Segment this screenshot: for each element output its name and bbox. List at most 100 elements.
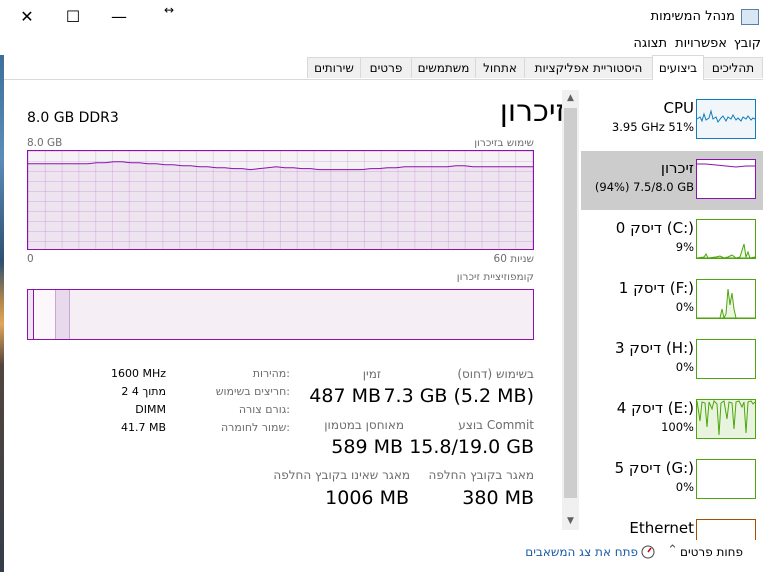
detail-title: זיכרון	[499, 94, 566, 129]
sidebar-item-sub: 0%	[675, 300, 694, 314]
sidebar-item-name: דיסק 3 (H:)	[614, 339, 694, 357]
slots-used-value: 2 מתוך 4	[121, 385, 166, 398]
sidebar-item-sub: 0%	[675, 480, 694, 494]
tab-app-history[interactable]: היסטוריית אפליקציות	[524, 57, 653, 78]
sidebar-item-disk-4[interactable]: דיסק 4 (E:) 100%	[581, 391, 763, 450]
hardware-reserved-value: 41.7 MB	[120, 421, 166, 434]
sidebar-item-name: דיסק 1 (F:)	[618, 279, 694, 297]
sidebar-item-name: דיסק 0 (C:)	[615, 219, 694, 237]
title-bar: ✕ ☐ — ↔ מנהל המשימות	[4, 0, 763, 34]
tab-users[interactable]: משתמשים	[411, 57, 476, 78]
scroll-up-icon[interactable]: ▲	[562, 90, 579, 107]
minimize-button[interactable]: —	[96, 0, 142, 34]
scroll-thumb[interactable]	[564, 108, 577, 498]
paged-pool-label: מאגר בקובץ החלפה	[428, 468, 535, 482]
sidebar-scrollbar[interactable]: ▲ ▼	[562, 90, 579, 530]
sidebar-item-disk-1[interactable]: דיסק 1 (F:) 0%	[581, 271, 763, 330]
maximize-icon: ☐	[65, 7, 81, 26]
in-use-label: בשימוש (דחוס)	[457, 367, 534, 381]
memory-usage-svg	[28, 161, 533, 249]
cpu-mini-graph	[696, 99, 756, 139]
window-title: מנהל המשימות	[650, 9, 735, 24]
fewer-details-link[interactable]: פחות פרטים	[680, 545, 743, 559]
sidebar-item-sub: 0%	[675, 360, 694, 374]
scroll-down-icon[interactable]: ▼	[562, 513, 579, 530]
ethernet-mini-graph	[696, 519, 756, 540]
tab-label: היסטוריית אפליקציות	[534, 61, 643, 75]
disk-1-mini-graph	[696, 279, 756, 319]
open-resource-monitor-link[interactable]: פתח את צג המשאבים	[525, 545, 638, 559]
tab-performance[interactable]: ביצועים	[652, 55, 704, 80]
memory-composition-bar	[27, 289, 534, 340]
close-icon: ✕	[20, 7, 34, 26]
committed-label: בוצע Commit	[458, 418, 534, 432]
tab-label: משתמשים	[417, 61, 470, 75]
available-label: זמין	[362, 367, 381, 381]
resize-icon: ↔	[164, 3, 175, 17]
chevron-up-icon[interactable]: ⌃	[667, 543, 678, 558]
sidebar-item-sub: (94%) 7.5/8.0 GB	[594, 180, 694, 194]
maximize-button[interactable]: ☐	[50, 0, 96, 34]
sidebar-item-sub: 9%	[675, 240, 694, 254]
sidebar-item-name: דיסק 4 (E:)	[616, 399, 694, 417]
tab-startup[interactable]: אתחול	[475, 57, 525, 78]
sidebar-item-name: דיסק 5 (G:)	[614, 459, 694, 477]
tab-label: תהליכים	[711, 61, 755, 75]
memory-mini-graph	[696, 159, 756, 199]
tab-processes[interactable]: תהליכים	[703, 57, 763, 78]
composition-label: קומפוזיציית זיכרון	[456, 271, 534, 283]
menu-view[interactable]: תצוגה	[633, 36, 667, 51]
form-factor-label: גורם צורה:	[238, 403, 290, 416]
minimize-icon: —	[111, 7, 127, 26]
time-axis-start: 0	[27, 253, 34, 265]
disk-3-mini-graph	[696, 339, 756, 379]
composition-segment-modified	[34, 290, 56, 339]
tab-bar: תהליכים ביצועים היסטוריית אפליקציות אתחו…	[4, 55, 763, 80]
sidebar-item-name: זיכרון	[660, 159, 694, 177]
in-use-value: 7.3 GB (5.2 MB)	[383, 385, 534, 407]
usage-chart-label: שימוש בזיכרון	[474, 137, 534, 149]
menu-file[interactable]: קובץ	[734, 36, 761, 51]
disk-5-mini-graph	[696, 459, 756, 499]
menu-options[interactable]: אפשרויות	[675, 36, 727, 51]
speed-label: מהירות:	[252, 367, 290, 380]
tab-label: ביצועים	[658, 61, 698, 75]
nonpaged-pool-label: מאגר שאינו בקובץ החלפה	[273, 468, 410, 482]
tab-details[interactable]: פרטים	[360, 57, 412, 78]
sidebar-item-name: CPU	[663, 99, 695, 117]
composition-segment-standby	[56, 290, 70, 339]
composition-segment-free	[70, 290, 533, 339]
sidebar-item-sub: 100%	[661, 420, 694, 434]
speed-value: 1600 MHz	[110, 367, 166, 380]
sidebar-item-disk-3[interactable]: דיסק 3 (H:) 0%	[581, 331, 763, 390]
resource-monitor-icon	[641, 545, 655, 559]
sidebar-item-ethernet[interactable]: Ethernet	[581, 511, 763, 540]
form-factor-value: DIMM	[135, 403, 166, 416]
time-axis-end: 60 שניות	[493, 253, 534, 265]
cached-value: 589 MB	[331, 436, 403, 458]
sidebar-item-disk-5[interactable]: דיסק 5 (G:) 0%	[581, 451, 763, 510]
task-manager-window: ✕ ☐ — ↔ מנהל המשימות קובץ אפשרויות תצוגה…	[4, 0, 763, 572]
paged-pool-value: 380 MB	[462, 487, 534, 509]
memory-usage-area	[28, 161, 533, 249]
memory-type: 8.0 GB DDR3	[27, 110, 119, 126]
menu-bar: קובץ אפשרויות תצוגה	[4, 34, 763, 55]
hardware-reserved-label: שמור לחומרה:	[221, 421, 290, 434]
slots-used-label: חריצים בשימוש:	[215, 385, 290, 398]
available-value: 487 MB	[309, 385, 381, 407]
tab-label: שירותים	[314, 61, 354, 75]
nonpaged-pool-value: 1006 MB	[325, 487, 409, 509]
tab-label: פרטים	[369, 61, 403, 75]
memory-usage-graph	[27, 150, 534, 250]
sidebar-item-cpu[interactable]: CPU 3.95 GHz 51%	[581, 91, 763, 150]
committed-value: 15.8/19.0 GB	[409, 436, 534, 458]
sidebar-item-memory[interactable]: זיכרון (94%) 7.5/8.0 GB	[581, 151, 763, 210]
footer: פחות פרטים ⌃ פתח את צג המשאבים	[4, 540, 763, 572]
sidebar-item-disk-0[interactable]: דיסק 0 (C:) 9%	[581, 211, 763, 270]
cached-label: מאוחסן במטמון	[324, 418, 404, 432]
disk-4-mini-graph	[696, 399, 756, 439]
sidebar-item-name: Ethernet	[629, 519, 694, 537]
close-button[interactable]: ✕	[4, 0, 50, 34]
tab-services[interactable]: שירותים	[307, 57, 361, 78]
disk-0-mini-graph	[696, 219, 756, 259]
